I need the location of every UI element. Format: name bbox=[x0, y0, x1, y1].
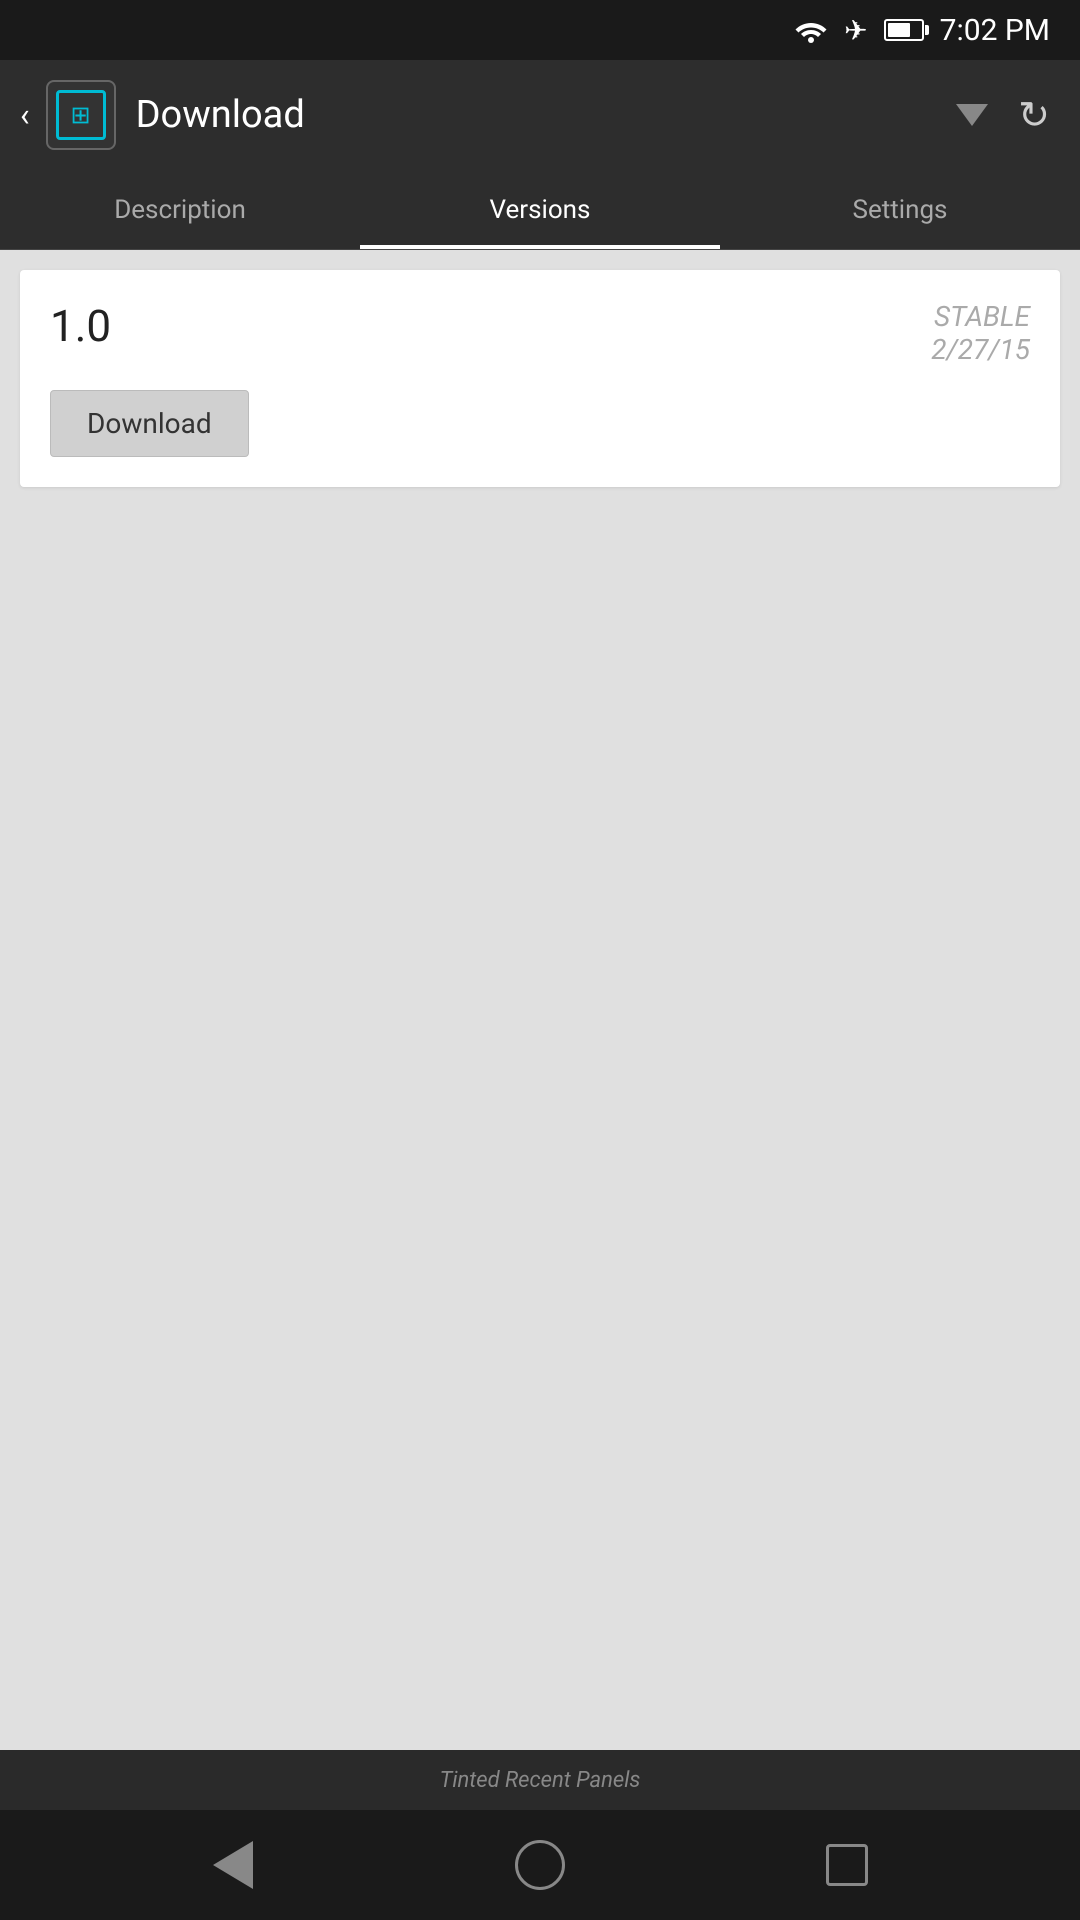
battery-icon bbox=[884, 19, 924, 41]
nav-recent-button[interactable] bbox=[817, 1835, 877, 1895]
tab-versions-label: Versions bbox=[490, 195, 591, 225]
main-content: 1.0 STABLE 2/27/15 Download bbox=[0, 250, 1080, 1750]
tab-settings-label: Settings bbox=[853, 195, 948, 225]
nav-recent-icon bbox=[826, 1844, 868, 1886]
status-icons: ✈ 7:02 PM bbox=[794, 13, 1050, 48]
status-bar: ✈ 7:02 PM bbox=[0, 0, 1080, 60]
version-stable-label: STABLE bbox=[931, 300, 1030, 333]
wifi-icon bbox=[794, 17, 828, 43]
nav-back-button[interactable] bbox=[203, 1835, 263, 1895]
bottom-bar: Tinted Recent Panels bbox=[0, 1750, 1080, 1810]
tab-description[interactable]: Description bbox=[0, 170, 360, 249]
tab-bar: Description Versions Settings bbox=[0, 170, 1080, 250]
puzzle-icon: ⊞ bbox=[71, 101, 91, 129]
app-icon-inner: ⊞ bbox=[56, 90, 106, 140]
airplane-icon: ✈ bbox=[844, 14, 867, 47]
version-date: 2/27/15 bbox=[931, 333, 1030, 366]
nav-bar bbox=[0, 1810, 1080, 1920]
tab-description-label: Description bbox=[114, 195, 246, 225]
app-bar-left: ‹ ⊞ bbox=[20, 80, 116, 150]
download-button[interactable]: Download bbox=[50, 390, 249, 457]
tab-settings[interactable]: Settings bbox=[720, 170, 1080, 249]
app-icon: ⊞ bbox=[46, 80, 116, 150]
dropdown-arrow-icon[interactable] bbox=[956, 104, 988, 126]
bottom-bar-label: Tinted Recent Panels bbox=[440, 1768, 641, 1793]
tab-versions[interactable]: Versions bbox=[360, 170, 720, 249]
app-bar: ‹ ⊞ Download ↻ bbox=[0, 60, 1080, 170]
version-number: 1.0 bbox=[50, 300, 111, 352]
app-bar-title: Download bbox=[136, 93, 927, 137]
back-icon[interactable]: ‹ bbox=[20, 96, 30, 134]
nav-home-icon bbox=[515, 1840, 565, 1890]
version-card: 1.0 STABLE 2/27/15 Download bbox=[20, 270, 1060, 487]
refresh-button[interactable]: ↻ bbox=[1008, 83, 1060, 148]
version-meta: STABLE 2/27/15 bbox=[931, 300, 1030, 366]
nav-home-button[interactable] bbox=[510, 1835, 570, 1895]
version-card-header: 1.0 STABLE 2/27/15 bbox=[50, 300, 1030, 366]
status-time: 7:02 PM bbox=[940, 13, 1050, 48]
nav-back-icon bbox=[213, 1841, 253, 1889]
